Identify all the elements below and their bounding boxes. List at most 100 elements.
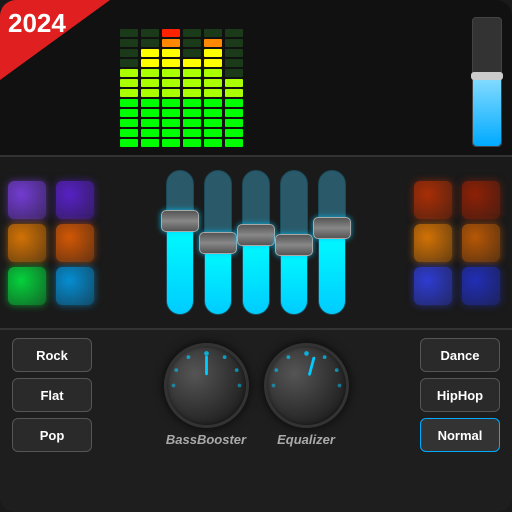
eq-segment <box>162 109 180 117</box>
volume-slider[interactable] <box>472 17 502 147</box>
equalizer-label: Equalizer <box>277 432 335 447</box>
eq-segment <box>141 59 159 67</box>
eq-segment <box>225 69 243 77</box>
right-pad-2[interactable] <box>414 224 452 262</box>
eq-segment <box>120 99 138 107</box>
eq-segment <box>120 129 138 137</box>
eq-bar-2 <box>162 17 180 147</box>
right-pad-0[interactable] <box>414 181 452 219</box>
faders-container <box>106 165 406 320</box>
eq-bar-3 <box>183 17 201 147</box>
eq-bar-1 <box>141 17 159 147</box>
left-pad-grid <box>8 181 98 305</box>
left-pad-3[interactable] <box>56 224 94 262</box>
fader-1[interactable] <box>204 170 232 315</box>
eq-segment <box>183 59 201 67</box>
eq-segment <box>162 59 180 67</box>
eq-segment <box>141 129 159 137</box>
left-pad-2[interactable] <box>8 224 46 262</box>
eq-segment <box>120 59 138 67</box>
eq-segment <box>204 119 222 127</box>
left-preset-pop[interactable]: Pop <box>12 418 92 452</box>
eq-segment <box>183 109 201 117</box>
eq-bar-5 <box>225 17 243 147</box>
eq-segment <box>183 49 201 57</box>
eq-segment <box>120 39 138 47</box>
eq-segment <box>162 89 180 97</box>
eq-segment <box>141 109 159 117</box>
fader-handle-2[interactable] <box>237 224 275 246</box>
right-pad-1[interactable] <box>462 181 500 219</box>
fader-3[interactable] <box>280 170 308 315</box>
right-preset-normal[interactable]: Normal <box>420 418 500 452</box>
eq-segment <box>141 49 159 57</box>
year-text: 2024 <box>8 10 66 36</box>
fader-handle-3[interactable] <box>275 234 313 256</box>
eq-bar-4 <box>204 17 222 147</box>
eq-segment <box>204 49 222 57</box>
fader-handle-1[interactable] <box>199 232 237 254</box>
eq-segment <box>204 109 222 117</box>
eq-segment <box>225 29 243 37</box>
eq-segment <box>162 119 180 127</box>
eq-segment <box>204 39 222 47</box>
eq-segment <box>183 89 201 97</box>
left-pad-5[interactable] <box>56 267 94 305</box>
eq-segment <box>183 139 201 147</box>
eq-segment <box>183 39 201 47</box>
eq-segment <box>183 99 201 107</box>
eq-segment <box>204 139 222 147</box>
right-presets: Dance HipHop Normal <box>420 338 500 452</box>
fader-handle-0[interactable] <box>161 210 199 232</box>
fader-2[interactable] <box>242 170 270 315</box>
eq-segment <box>225 79 243 87</box>
left-pad-0[interactable] <box>8 181 46 219</box>
eq-segment <box>225 39 243 47</box>
equalizer-knob[interactable] <box>264 343 349 428</box>
eq-segment <box>204 59 222 67</box>
left-pad-4[interactable] <box>8 267 46 305</box>
eq-segment <box>141 99 159 107</box>
right-pad-4[interactable] <box>414 267 452 305</box>
left-preset-flat[interactable]: Flat <box>12 378 92 412</box>
eq-segment <box>162 69 180 77</box>
eq-segment <box>225 99 243 107</box>
eq-segment <box>120 119 138 127</box>
eq-segment <box>162 39 180 47</box>
eq-segment <box>162 29 180 37</box>
eq-segment <box>225 129 243 137</box>
eq-segment <box>162 99 180 107</box>
knobs-row: BassBooster <box>164 343 349 447</box>
right-pad-5[interactable] <box>462 267 500 305</box>
eq-segment <box>162 139 180 147</box>
fader-handle-4[interactable] <box>313 217 351 239</box>
left-presets: Rock Flat Pop <box>12 338 92 452</box>
eq-segment <box>141 79 159 87</box>
left-pad-1[interactable] <box>56 181 94 219</box>
fader-4[interactable] <box>318 170 346 315</box>
eq-segment <box>141 69 159 77</box>
eq-segment <box>141 29 159 37</box>
presets-and-knobs-row: Rock Flat Pop <box>0 330 512 460</box>
right-pad-grid <box>414 181 504 305</box>
left-preset-rock[interactable]: Rock <box>12 338 92 372</box>
eq-segment <box>183 29 201 37</box>
right-preset-hiphop[interactable]: HipHop <box>420 378 500 412</box>
bass-booster-knob-container: BassBooster <box>164 343 249 447</box>
eq-segment <box>204 29 222 37</box>
eq-segment <box>183 119 201 127</box>
eq-segment <box>120 89 138 97</box>
bass-booster-knob[interactable] <box>164 343 249 428</box>
eq-segment <box>204 129 222 137</box>
eq-segment <box>225 109 243 117</box>
eq-segment <box>141 89 159 97</box>
right-pad-3[interactable] <box>462 224 500 262</box>
right-preset-dance[interactable]: Dance <box>420 338 500 372</box>
eq-segment <box>204 69 222 77</box>
eq-segment <box>120 139 138 147</box>
eq-segment <box>204 99 222 107</box>
fader-0[interactable] <box>166 170 194 315</box>
eq-segment <box>120 79 138 87</box>
eq-segment <box>120 49 138 57</box>
eq-segment <box>225 139 243 147</box>
